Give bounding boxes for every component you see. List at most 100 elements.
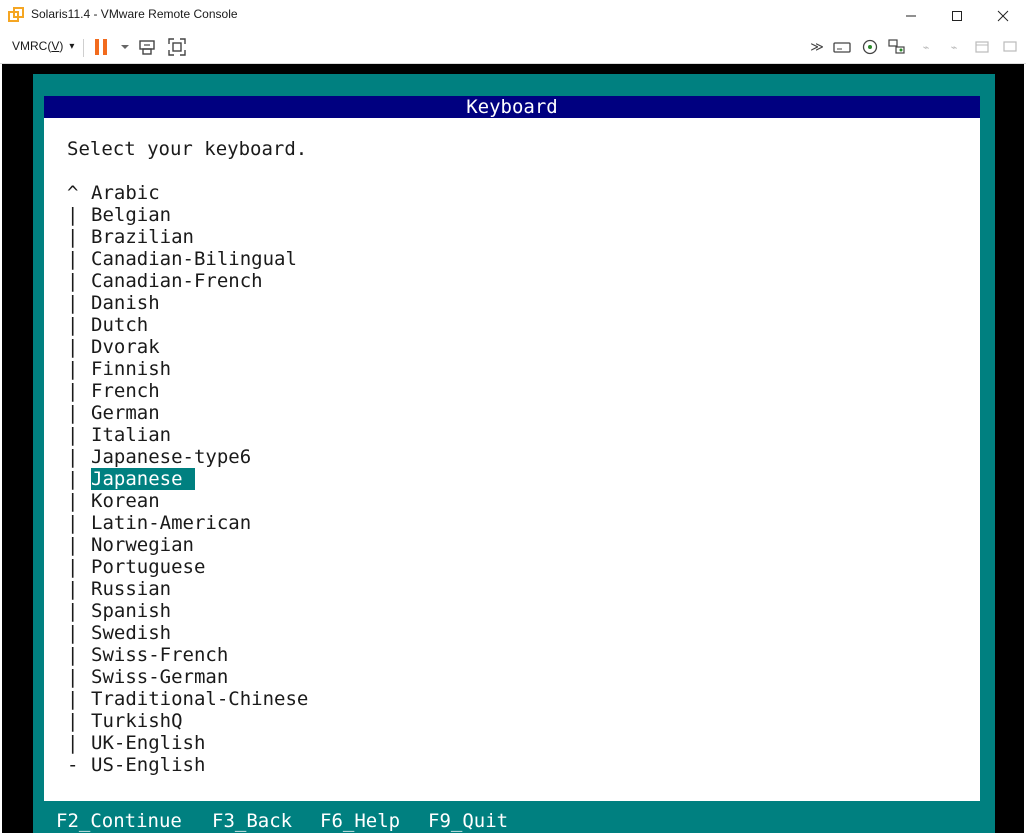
keyboard-option[interactable]: | Brazilian — [67, 226, 308, 248]
keyboard-option[interactable]: | Portuguese — [67, 556, 308, 578]
f6-help-key[interactable]: F6_Help — [320, 810, 400, 832]
scroll-indicator: | — [67, 732, 79, 754]
scroll-indicator: | — [67, 402, 79, 424]
cd-dvd-button[interactable] — [861, 38, 879, 56]
window-titlebar: Solaris11.4 - VMware Remote Console — [0, 0, 1026, 32]
scroll-indicator: | — [67, 512, 79, 534]
keyboard-option[interactable]: | Canadian-Bilingual — [67, 248, 308, 270]
keyboard-option-label: TurkishQ — [91, 710, 183, 732]
keyboard-option-label: Dutch — [91, 314, 149, 336]
keyboard-option-label: Korean — [91, 490, 160, 512]
double-chevron-right-icon: ≫ — [810, 39, 824, 55]
keyboard-option[interactable]: | TurkishQ — [67, 710, 308, 732]
keyboard-option[interactable]: | Italian — [67, 424, 308, 446]
scroll-indicator: | — [67, 666, 79, 688]
sound-icon: ⌁ — [950, 40, 958, 54]
chevron-down-icon — [121, 45, 129, 49]
keyboard-option-label: Latin-American — [91, 512, 252, 534]
keyboard-option[interactable]: - US-English — [67, 754, 308, 776]
vmrc-menu-button[interactable]: VMRC(V) ▾ — [12, 39, 74, 53]
toolbar-overflow-button[interactable]: ≫ — [808, 38, 826, 56]
keyboard-option-label: French — [91, 380, 160, 402]
keyboard-option-label: German — [91, 402, 160, 424]
keyboard-option-label: Italian — [91, 424, 172, 446]
keyboard-option[interactable]: | Swedish — [67, 622, 308, 644]
send-keys-icon — [139, 40, 155, 55]
keyboard-option[interactable]: | Dvorak — [67, 336, 308, 358]
keyboard-option[interactable]: | Swiss-French — [67, 644, 308, 666]
removable-devices-button[interactable] — [833, 38, 851, 56]
keyboard-option[interactable]: | Traditional-Chinese — [67, 688, 308, 710]
maximize-button[interactable] — [934, 0, 980, 31]
keyboard-option-label: Norwegian — [91, 534, 194, 556]
vm-console[interactable]: Keyboard Select your keyboard. ^ Arabic | B… — [2, 64, 1024, 833]
maximize-icon — [952, 10, 962, 21]
minimize-icon — [906, 15, 916, 16]
keyboard-option[interactable]: | Japanese — [67, 468, 308, 490]
f2-continue-key[interactable]: F2_Continue — [56, 810, 182, 832]
scroll-indicator: ^ — [67, 182, 79, 204]
message-button[interactable] — [1001, 38, 1019, 56]
scroll-indicator: | — [67, 424, 79, 446]
keyboard-option-label: Finnish — [91, 358, 172, 380]
keyboard-option-label: Russian — [91, 578, 172, 600]
keyboard-option[interactable]: | Korean — [67, 490, 308, 512]
usb-button[interactable]: ⌁ — [917, 38, 935, 56]
keyboard-option[interactable]: | Russian — [67, 578, 308, 600]
close-icon — [997, 10, 1009, 21]
pause-button[interactable] — [92, 38, 110, 56]
keyboard-option[interactable]: | Norwegian — [67, 534, 308, 556]
scroll-indicator: | — [67, 380, 79, 402]
keyboard-option[interactable]: | French — [67, 380, 308, 402]
keyboard-option[interactable]: | Canadian-French — [67, 270, 308, 292]
scroll-indicator: | — [67, 490, 79, 512]
printer-icon — [975, 41, 989, 53]
sound-button[interactable]: ⌁ — [945, 38, 963, 56]
keyboard-option-label: Brazilian — [91, 226, 194, 248]
printer-button[interactable] — [973, 38, 991, 56]
keyboard-option-label: Portuguese — [91, 556, 206, 578]
network-adapter-button[interactable] — [888, 38, 906, 56]
scroll-indicator: | — [67, 534, 79, 556]
keyboard-option[interactable]: | Latin-American — [67, 512, 308, 534]
scroll-indicator: | — [67, 600, 79, 622]
keyboard-option[interactable]: | Dutch — [67, 314, 308, 336]
fullscreen-button[interactable] — [168, 38, 186, 56]
scroll-indicator: | — [67, 688, 79, 710]
keyboard-option-label: Swiss-French — [91, 644, 229, 666]
keyboard-option-label: US-English — [91, 754, 206, 776]
console-teal-background: Keyboard Select your keyboard. ^ Arabic | B… — [33, 74, 995, 833]
cd-icon — [862, 39, 878, 55]
keyboard-option[interactable]: | German — [67, 402, 308, 424]
scroll-indicator: | — [67, 644, 79, 666]
keyboard-option[interactable]: | Japanese-type6 — [67, 446, 308, 468]
scroll-indicator: | — [67, 358, 79, 380]
fullscreen-icon — [168, 38, 186, 56]
keyboard-option-label: Dvorak — [91, 336, 160, 358]
keyboard-option[interactable]: | Belgian — [67, 204, 308, 226]
keyboard-option[interactable]: | Swiss-German — [67, 666, 308, 688]
send-ctrl-alt-del-button[interactable] — [138, 38, 156, 56]
keyboard-option[interactable]: | Spanish — [67, 600, 308, 622]
keyboard-option-label: Swiss-German — [91, 666, 229, 688]
keyboard-option[interactable]: | Finnish — [67, 358, 308, 380]
keyboard-option[interactable]: | Danish — [67, 292, 308, 314]
f9-quit-key[interactable]: F9_Quit — [428, 810, 508, 832]
keyboard-list[interactable]: ^ Arabic | Belgian | Brazilian | Canadian-Bilin… — [67, 182, 308, 776]
keyboard-option[interactable]: | UK-English — [67, 732, 308, 754]
keyboard-option[interactable]: ^ Arabic — [67, 182, 308, 204]
keyboard-option-label: Belgian — [91, 204, 172, 226]
close-button[interactable] — [980, 0, 1026, 31]
scroll-indicator: | — [67, 336, 79, 358]
scroll-indicator: | — [67, 292, 79, 314]
keyboard-option-label: Japanese-type6 — [91, 446, 252, 468]
toolbar-divider — [83, 39, 84, 57]
scroll-indicator: | — [67, 578, 79, 600]
hard-disk-icon — [833, 42, 851, 53]
scroll-indicator: | — [67, 248, 79, 270]
keyboard-option-label: Swedish — [91, 622, 172, 644]
minimize-button[interactable] — [888, 0, 934, 31]
f3-back-key[interactable]: F3_Back — [212, 810, 292, 832]
installer-header: Keyboard — [44, 96, 980, 118]
power-options-dropdown[interactable] — [116, 38, 134, 56]
